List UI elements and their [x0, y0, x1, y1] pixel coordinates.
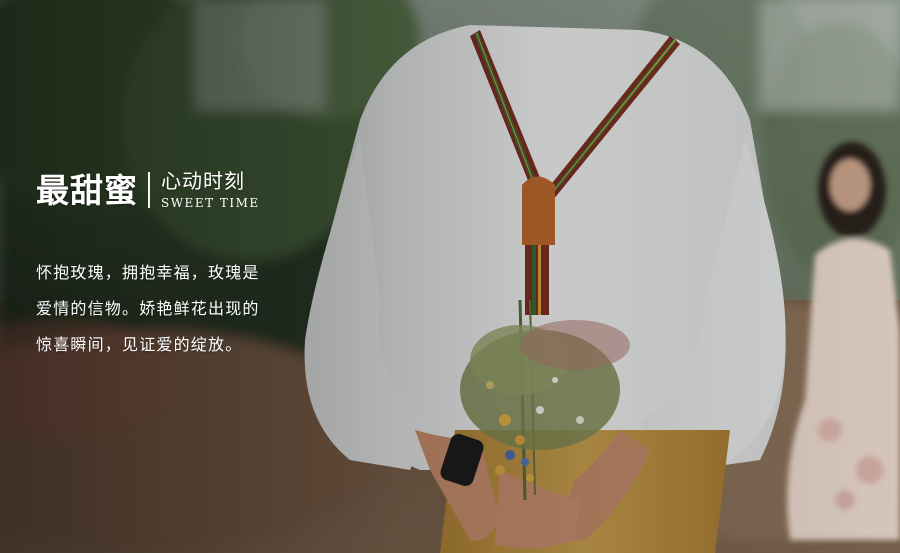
description-line: 惊喜瞬间，见证爱的绽放。 — [36, 335, 243, 354]
promo-text-block: 最甜蜜 心动时刻 SWEET TIME 怀抱玫瑰，拥抱幸福，玫瑰是 爱情的信物。… — [36, 168, 306, 363]
description-line: 爱情的信物。娇艳鲜花出现的 — [36, 299, 260, 318]
title-divider — [148, 172, 150, 208]
main-title: 最甜蜜 — [36, 170, 138, 210]
english-subtitle: SWEET TIME — [161, 196, 260, 210]
title-side: 心动时刻 SWEET TIME — [161, 170, 260, 210]
description-line: 怀抱玫瑰，拥抱幸福，玫瑰是 — [36, 263, 260, 282]
title-row: 最甜蜜 心动时刻 SWEET TIME — [36, 168, 306, 212]
description-text: 怀抱玫瑰，拥抱幸福，玫瑰是 爱情的信物。娇艳鲜花出现的 惊喜瞬间，见证爱的绽放。 — [36, 255, 306, 363]
subtitle: 心动时刻 — [161, 169, 245, 193]
hero-banner: 最甜蜜 心动时刻 SWEET TIME 怀抱玫瑰，拥抱幸福，玫瑰是 爱情的信物。… — [0, 0, 900, 553]
